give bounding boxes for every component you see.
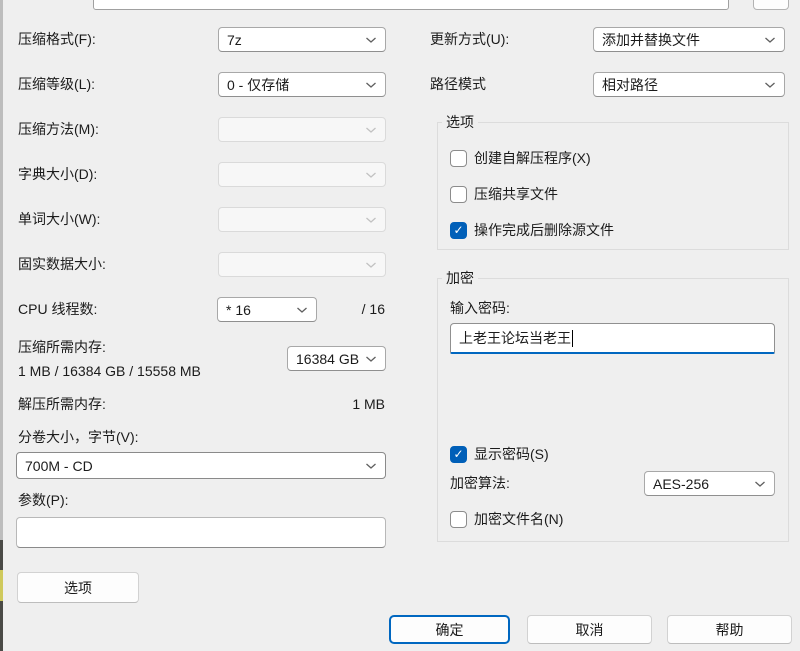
compression-level-label: 压缩等级(L): (18, 72, 95, 97)
chevron-down-icon (365, 81, 377, 89)
ok-button-label: 确定 (436, 620, 464, 640)
cpu-threads-max: / 16 (330, 297, 385, 322)
enter-password-label: 输入密码: (450, 297, 510, 319)
update-mode-value: 添加并替换文件 (602, 30, 700, 50)
archive-format-value: 7z (227, 32, 242, 48)
parameters-label: 参数(P): (18, 489, 69, 511)
chevron-down-icon (365, 355, 377, 363)
compress-shared-checkbox-row[interactable]: 压缩共享文件 (450, 184, 558, 204)
delete-after-checkbox-row[interactable]: ✓ 操作完成后删除源文件 (450, 220, 614, 240)
path-mode-label: 路径模式 (430, 72, 486, 97)
chevron-down-icon (365, 36, 377, 44)
chevron-down-icon (365, 171, 377, 179)
chevron-down-icon (365, 462, 377, 470)
checkbox-checked-icon[interactable]: ✓ (450, 446, 467, 463)
memory-compress-label: 压缩所需内存: (18, 336, 106, 358)
split-volume-value: 700M - CD (25, 458, 93, 474)
dictionary-size-label: 字典大小(D): (18, 162, 97, 187)
encryption-method-value: AES-256 (653, 476, 709, 492)
encrypt-filenames-label: 加密文件名(N) (474, 509, 563, 529)
delete-after-label: 操作完成后删除源文件 (474, 220, 614, 240)
screen-edge-artifact (0, 0, 3, 540)
chevron-down-icon (754, 480, 766, 488)
chevron-down-icon (365, 261, 377, 269)
compress-shared-label: 压缩共享文件 (474, 184, 558, 204)
path-mode-select[interactable]: 相对路径 (593, 72, 785, 97)
show-password-label: 显示密码(S) (474, 444, 549, 464)
memory-usage-value: 16384 GB (296, 351, 359, 367)
word-size-label: 单词大小(W): (18, 207, 100, 232)
chevron-down-icon (365, 126, 377, 134)
compression-level-value: 0 - 仅存储 (227, 75, 289, 95)
archive-format-select[interactable]: 7z (218, 27, 386, 52)
checkbox-unchecked-icon[interactable] (450, 186, 467, 203)
compression-level-select[interactable]: 0 - 仅存储 (218, 72, 386, 97)
password-input[interactable]: 上老王论坛当老王 (450, 323, 775, 354)
encrypt-filenames-checkbox-row[interactable]: 加密文件名(N) (450, 509, 563, 529)
memory-usage-select[interactable]: 16384 GB (287, 346, 386, 371)
password-value: 上老王论坛当老王 (459, 328, 571, 348)
screen-edge-artifact (0, 570, 3, 601)
cancel-button-label: 取消 (576, 620, 604, 640)
path-mode-value: 相对路径 (602, 75, 658, 95)
cancel-button[interactable]: 取消 (527, 615, 652, 644)
solid-block-size-label: 固实数据大小: (18, 252, 106, 277)
text-cursor (572, 330, 573, 347)
encryption-group: 加密 输入密码: 上老王论坛当老王 ✓ 显示密码(S) 加密算法: AES-25… (437, 278, 789, 542)
show-password-checkbox-row[interactable]: ✓ 显示密码(S) (450, 444, 549, 464)
word-size-select (218, 207, 386, 232)
archive-name-input[interactable] (93, 0, 729, 10)
cpu-threads-label: CPU 线程数: (18, 297, 97, 322)
dictionary-size-select (218, 162, 386, 187)
chevron-down-icon (296, 306, 308, 314)
create-sfx-checkbox-row[interactable]: 创建自解压程序(X) (450, 148, 591, 168)
memory-decompress-value: 1 MB (300, 393, 385, 415)
memory-decompress-label: 解压所需内存: (18, 393, 106, 415)
cpu-threads-select[interactable]: * 16 (217, 297, 317, 322)
chevron-down-icon (365, 216, 377, 224)
encryption-method-label: 加密算法: (450, 471, 510, 496)
checkbox-unchecked-icon[interactable] (450, 511, 467, 528)
encryption-method-select[interactable]: AES-256 (644, 471, 775, 496)
ok-button[interactable]: 确定 (389, 615, 510, 644)
create-sfx-label: 创建自解压程序(X) (474, 148, 591, 168)
archive-format-label: 压缩格式(F): (18, 27, 96, 52)
parameters-input[interactable] (16, 517, 386, 548)
update-mode-select[interactable]: 添加并替换文件 (593, 27, 785, 52)
compression-method-select (218, 117, 386, 142)
options-group-title: 选项 (442, 114, 478, 130)
browse-button[interactable] (753, 0, 789, 10)
checkmark-icon: ✓ (453, 448, 463, 460)
memory-compress-detail: 1 MB / 16384 GB / 15558 MB (18, 360, 201, 382)
split-volume-combobox[interactable]: 700M - CD (16, 452, 386, 479)
encryption-group-title: 加密 (442, 270, 478, 286)
checkbox-checked-icon[interactable]: ✓ (450, 222, 467, 239)
chevron-down-icon (764, 36, 776, 44)
options-group: 选项 创建自解压程序(X) 压缩共享文件 ✓ 操作完成后删除源文件 (437, 122, 789, 250)
update-mode-label: 更新方式(U): (430, 27, 509, 52)
help-button[interactable]: 帮助 (667, 615, 792, 644)
checkmark-icon: ✓ (453, 224, 463, 236)
help-button-label: 帮助 (716, 620, 744, 640)
split-volume-label: 分卷大小，字节(V): (18, 426, 139, 448)
options-button[interactable]: 选项 (17, 572, 139, 603)
solid-block-size-select (218, 252, 386, 277)
checkbox-unchecked-icon[interactable] (450, 150, 467, 167)
chevron-down-icon (764, 81, 776, 89)
cpu-threads-value: * 16 (226, 302, 251, 318)
compression-method-label: 压缩方法(M): (18, 117, 99, 142)
options-button-label: 选项 (64, 578, 92, 598)
